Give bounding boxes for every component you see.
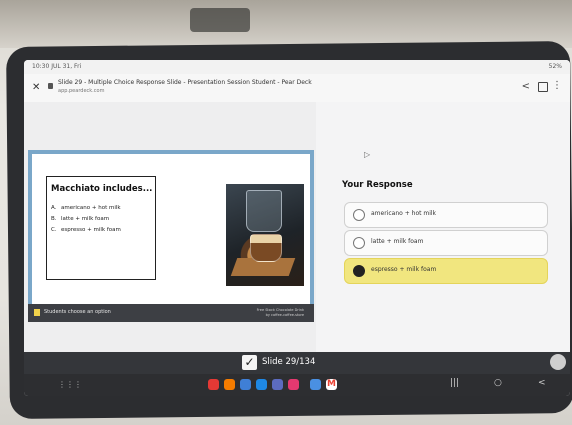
more-menu-icon[interactable]: ⋮ bbox=[552, 80, 562, 91]
status-battery: 52% bbox=[548, 63, 562, 70]
water-glass-shape bbox=[246, 190, 282, 232]
dock-app-5[interactable] bbox=[272, 379, 283, 390]
question-option-a: A. americano + hot milk bbox=[51, 205, 121, 211]
student-indicator-icon bbox=[34, 309, 40, 316]
question-option-b: B. latte + milk foam bbox=[51, 216, 110, 222]
close-tab-icon[interactable]: ✕ bbox=[32, 82, 40, 93]
question-title: Macchiato includes... bbox=[51, 184, 153, 194]
response-option-label: latte + milk foam bbox=[371, 238, 424, 245]
status-bar: 10:30 JUL 31, Fri 52% bbox=[24, 60, 570, 74]
browser-toolbar: ✕ Slide 29 - Multiple Choice Response Sl… bbox=[24, 74, 570, 103]
app-drawer-icon[interactable]: ⋮⋮⋮ bbox=[58, 380, 82, 389]
desk-background bbox=[0, 0, 572, 48]
dock-app-6[interactable] bbox=[288, 379, 299, 390]
slide-footer: Students choose an option Free Stock Cho… bbox=[28, 304, 314, 322]
status-time: 10:30 JUL 31, Fri bbox=[32, 63, 82, 70]
lock-icon bbox=[48, 83, 53, 89]
checkmark-icon: ✓ bbox=[242, 355, 257, 370]
radio-icon[interactable] bbox=[353, 209, 365, 221]
desk-object bbox=[190, 8, 250, 32]
mouse-cursor-icon: ▷ bbox=[364, 150, 371, 159]
tablet-screen: 10:30 JUL 31, Fri 52% ✕ Slide 29 - Multi… bbox=[24, 60, 570, 396]
slide-frame: Macchiato includes... A. americano + hot … bbox=[28, 150, 314, 322]
response-option-latte[interactable]: latte + milk foam bbox=[344, 230, 548, 256]
dock-app-2[interactable] bbox=[224, 379, 235, 390]
slide-panel: Macchiato includes... A. americano + hot … bbox=[24, 102, 316, 352]
dock-app-4[interactable] bbox=[256, 379, 267, 390]
question-box: Macchiato includes... A. americano + hot … bbox=[46, 176, 156, 280]
radio-selected-icon[interactable] bbox=[353, 265, 365, 277]
dock-app-1[interactable] bbox=[208, 379, 219, 390]
floating-action-button[interactable] bbox=[550, 354, 566, 370]
gmail-icon[interactable]: M bbox=[326, 379, 337, 390]
dock-app-3[interactable] bbox=[240, 379, 251, 390]
response-option-americano[interactable]: americano + hot milk bbox=[344, 202, 548, 228]
android-taskbar: ⋮⋮⋮ M ||| ○ < bbox=[24, 374, 570, 396]
recent-apps-icon[interactable]: ||| bbox=[450, 378, 459, 388]
response-title: Your Response bbox=[342, 180, 413, 190]
page-url[interactable]: app.peardeck.com bbox=[58, 88, 104, 94]
share-icon[interactable]: < bbox=[522, 81, 530, 92]
image-credit: Free Stock Chocolate Drink by coffee-cof… bbox=[256, 308, 304, 317]
home-icon[interactable]: ○ bbox=[494, 378, 502, 388]
tab-title: Slide 29 - Multiple Choice Response Slid… bbox=[58, 79, 312, 86]
slide-counter-bar: ✓ Slide 29/134 bbox=[24, 352, 570, 374]
slide-instruction: Students choose an option bbox=[44, 309, 111, 315]
slide-canvas: Macchiato includes... A. americano + hot … bbox=[32, 154, 310, 304]
slide-counter: Slide 29/134 bbox=[262, 357, 316, 367]
response-option-label: americano + hot milk bbox=[371, 210, 437, 217]
back-icon[interactable]: < bbox=[538, 378, 546, 388]
radio-icon[interactable] bbox=[353, 237, 365, 249]
response-option-label: espresso + milk foam bbox=[371, 266, 437, 273]
response-panel: ▷ Your Response americano + hot milk lat… bbox=[316, 102, 570, 352]
question-option-c: C. espresso + milk foam bbox=[51, 227, 121, 233]
response-option-espresso[interactable]: espresso + milk foam bbox=[344, 258, 548, 284]
tabs-icon[interactable] bbox=[538, 82, 548, 92]
macchiato-cup-shape bbox=[250, 234, 282, 262]
macchiato-photo bbox=[226, 184, 304, 286]
dock-app-7[interactable] bbox=[310, 379, 321, 390]
